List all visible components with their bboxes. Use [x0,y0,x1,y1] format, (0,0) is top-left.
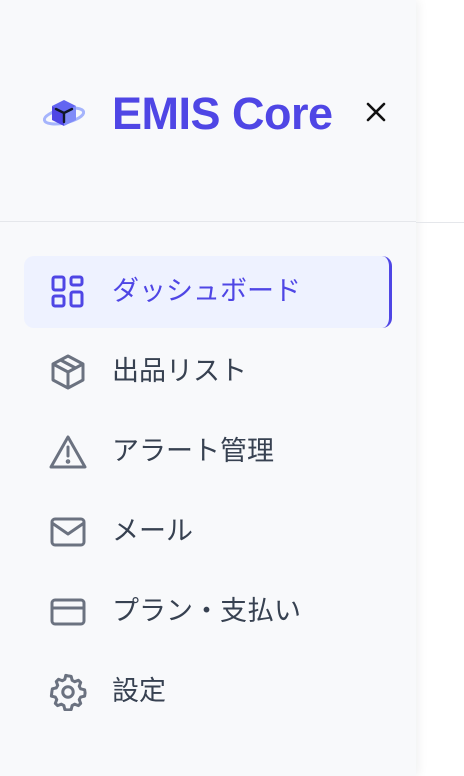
package-cube-icon [48,352,88,392]
dashboard-grid-icon [48,272,88,312]
gear-icon [48,672,88,712]
cube-planet-logo-icon [42,94,86,134]
sidebar-item-billing[interactable]: プラン・支払い [24,576,392,648]
sidebar-item-label: ダッシュボード [112,276,301,307]
sidebar-item-label: 出品リスト [112,356,247,387]
mail-envelope-icon [48,512,88,552]
warning-triangle-icon [48,432,88,472]
sidebar-item-label: メール [112,516,193,547]
credit-card-icon [48,592,88,632]
sidebar-item-label: プラン・支払い [112,596,301,627]
header-divider [416,222,464,223]
sidebar-item-listings[interactable]: 出品リスト [24,336,392,408]
sidebar-item-alerts[interactable]: アラート管理 [24,416,392,488]
sidebar-item-dashboard[interactable]: ダッシュボード [24,256,392,328]
sidebar-nav: ダッシュボード 出品リスト アラート管理 メール プラン・支払い 設定 [24,256,392,736]
close-icon[interactable] [360,96,392,128]
sidebar-item-label: アラート管理 [112,436,274,467]
sidebar-item-mail[interactable]: メール [24,496,392,568]
sidebar-item-label: 設定 [112,676,166,707]
app-title: EMIS Core [112,88,333,139]
sidebar-header: EMIS Core [0,0,416,222]
sidebar-item-settings[interactable]: 設定 [24,656,392,728]
sidebar: EMIS Core ダッシュボード 出品リスト アラート管理 メール プラン・支… [0,0,416,776]
